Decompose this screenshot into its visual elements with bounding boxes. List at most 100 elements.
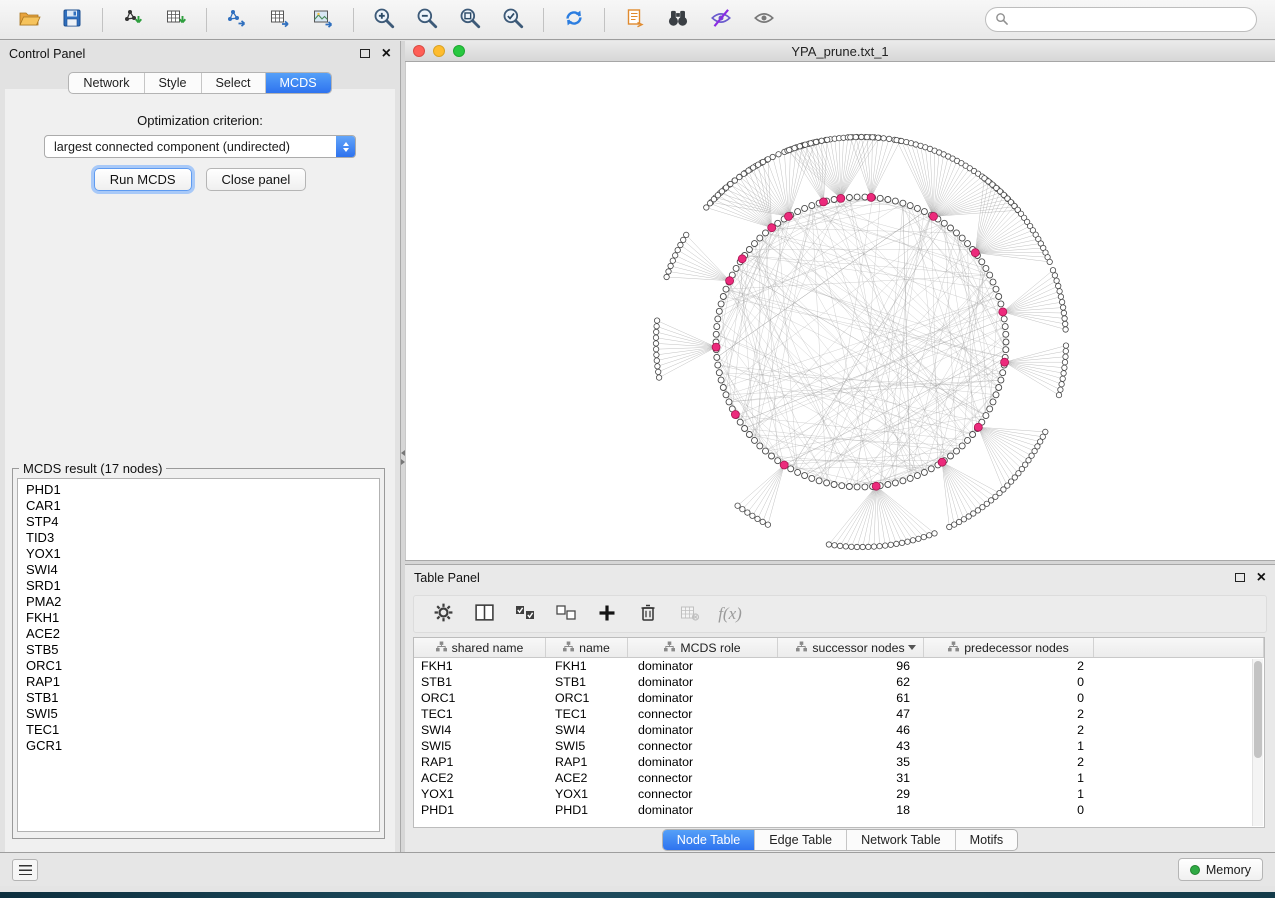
network-window-titlebar[interactable]: YPA_prune.txt_1 <box>405 41 1275 62</box>
mcds-result-item[interactable]: GCR1 <box>18 738 379 754</box>
node-table[interactable]: shared namenameMCDS rolesuccessor nodesp… <box>413 637 1265 828</box>
search-input[interactable] <box>1014 13 1247 27</box>
mcds-result-item[interactable]: CAR1 <box>18 498 379 514</box>
table-cell: 0 <box>924 691 1094 705</box>
deselect-all-rows-button[interactable] <box>553 601 579 627</box>
column-header-mcds-role[interactable]: MCDS role <box>628 638 778 657</box>
chevron-up-down-icon <box>336 136 355 157</box>
select-all-rows-button[interactable] <box>512 601 538 627</box>
table-cell: 2 <box>924 707 1094 721</box>
mcds-result-item[interactable]: PHD1 <box>18 482 379 498</box>
criterion-select[interactable]: largest connected component (undirected) <box>44 135 356 158</box>
mcds-result-item[interactable]: YOX1 <box>18 546 379 562</box>
table-cell: RAP1 <box>414 755 546 769</box>
add-column-button[interactable] <box>594 601 620 627</box>
import-network-button[interactable] <box>114 4 152 36</box>
import-table-button[interactable] <box>157 4 195 36</box>
table-panel-header: Table Panel × <box>405 565 1275 591</box>
control-panel-close-button[interactable]: × <box>382 47 391 61</box>
node-table-header-row: shared namenameMCDS rolesuccessor nodesp… <box>414 638 1264 658</box>
open-session-button[interactable] <box>10 4 48 36</box>
zoom-out-button[interactable] <box>408 4 446 36</box>
table-cell: SWI5 <box>546 739 628 753</box>
mcds-result-item[interactable]: RAP1 <box>18 674 379 690</box>
table-row[interactable]: ORC1ORC1dominator610 <box>414 690 1264 706</box>
deselect-all-icon <box>555 603 577 626</box>
table-row[interactable]: YOX1YOX1connector291 <box>414 786 1264 802</box>
table-row[interactable]: RAP1RAP1dominator352 <box>414 754 1264 770</box>
criterion-selected-value: largest connected component (undirected) <box>45 140 336 154</box>
table-panel-close-button[interactable]: × <box>1257 571 1266 585</box>
tab-edge-table[interactable]: Edge Table <box>755 830 847 850</box>
hide-selected-button[interactable] <box>702 4 740 36</box>
network-canvas[interactable] <box>405 62 1275 560</box>
mcds-result-item[interactable]: SRD1 <box>18 578 379 594</box>
refresh-button[interactable] <box>555 4 593 36</box>
table-cell: dominator <box>628 691 778 705</box>
tab-node-table[interactable]: Node Table <box>663 830 756 850</box>
mcds-result-item[interactable]: ACE2 <box>18 626 379 642</box>
column-header-predecessor-nodes[interactable]: predecessor nodes <box>924 638 1094 657</box>
table-cell: 2 <box>924 755 1094 769</box>
zoom-selected-button[interactable] <box>494 4 532 36</box>
table-settings-button[interactable] <box>430 601 456 627</box>
mcds-result-title: MCDS result (17 nodes) <box>19 461 166 476</box>
table-cell: 46 <box>778 723 924 737</box>
zoom-fit-button[interactable] <box>451 4 489 36</box>
menu-button[interactable] <box>12 859 38 881</box>
clone-network-button[interactable] <box>616 4 654 36</box>
app-window: Control Panel × NetworkStyleSelectMCDS O… <box>0 0 1275 892</box>
mcds-result-item[interactable]: TID3 <box>18 530 379 546</box>
mcds-result-item[interactable]: FKH1 <box>18 610 379 626</box>
search-field[interactable] <box>985 7 1257 32</box>
mcds-result-item[interactable]: STP4 <box>18 514 379 530</box>
mcds-result-item[interactable]: SWI5 <box>18 706 379 722</box>
mcds-close-panel-button[interactable]: Close panel <box>206 168 307 191</box>
column-header-successor-nodes[interactable]: successor nodes <box>778 638 924 657</box>
export-table-button[interactable] <box>261 4 299 36</box>
find-button[interactable] <box>659 4 697 36</box>
zoom-in-button[interactable] <box>365 4 403 36</box>
mcds-result-item[interactable]: SWI4 <box>18 562 379 578</box>
tab-select[interactable]: Select <box>202 73 266 93</box>
mcds-result-item[interactable]: ORC1 <box>18 658 379 674</box>
control-panel-float-button[interactable] <box>360 47 382 61</box>
delete-column-button[interactable] <box>635 601 661 627</box>
plus-icon <box>597 603 617 626</box>
tab-network-table[interactable]: Network Table <box>847 830 956 850</box>
mcds-result-list[interactable]: PHD1CAR1STP4TID3YOX1SWI4SRD1PMA2FKH1ACE2… <box>17 478 380 832</box>
mcds-result-item[interactable]: TEC1 <box>18 722 379 738</box>
export-network-button[interactable] <box>218 4 256 36</box>
column-header-shared-name[interactable]: shared name <box>414 638 546 657</box>
table-scrollbar[interactable] <box>1252 659 1263 826</box>
table-row[interactable]: SWI4SWI4dominator462 <box>414 722 1264 738</box>
export-network-icon <box>226 7 248 32</box>
table-cell: ORC1 <box>414 691 546 705</box>
table-row[interactable]: SWI5SWI5connector431 <box>414 738 1264 754</box>
table-row[interactable]: PHD1PHD1dominator180 <box>414 802 1264 818</box>
memory-button[interactable]: Memory <box>1178 858 1263 881</box>
mcds-result-item[interactable]: PMA2 <box>18 594 379 610</box>
import-table-icon <box>165 7 187 32</box>
show-all-button[interactable] <box>745 4 783 36</box>
export-image-button[interactable] <box>304 4 342 36</box>
tab-network[interactable]: Network <box>69 73 144 93</box>
table-row[interactable]: TEC1TEC1connector472 <box>414 706 1264 722</box>
tab-mcds[interactable]: MCDS <box>266 73 331 93</box>
column-visibility-button[interactable] <box>471 601 497 627</box>
table-panel-float-button[interactable] <box>1235 571 1257 585</box>
mcds-result-item[interactable]: STB1 <box>18 690 379 706</box>
tab-motifs[interactable]: Motifs <box>956 830 1018 850</box>
table-scrollbar-thumb[interactable] <box>1254 661 1262 758</box>
network-graph[interactable] <box>406 62 1275 560</box>
mcds-result-item[interactable]: STB5 <box>18 642 379 658</box>
save-session-button[interactable] <box>53 4 91 36</box>
table-panel: Table Panel × f(x) shared namenameMCDS r… <box>405 565 1275 858</box>
table-row[interactable]: ACE2ACE2connector311 <box>414 770 1264 786</box>
table-row[interactable]: STB1STB1dominator620 <box>414 674 1264 690</box>
column-header-name[interactable]: name <box>546 638 628 657</box>
table-row[interactable]: FKH1FKH1dominator962 <box>414 658 1264 674</box>
run-mcds-button[interactable]: Run MCDS <box>94 168 192 191</box>
tab-style[interactable]: Style <box>145 73 202 93</box>
table-toolbar: f(x) <box>413 595 1267 633</box>
